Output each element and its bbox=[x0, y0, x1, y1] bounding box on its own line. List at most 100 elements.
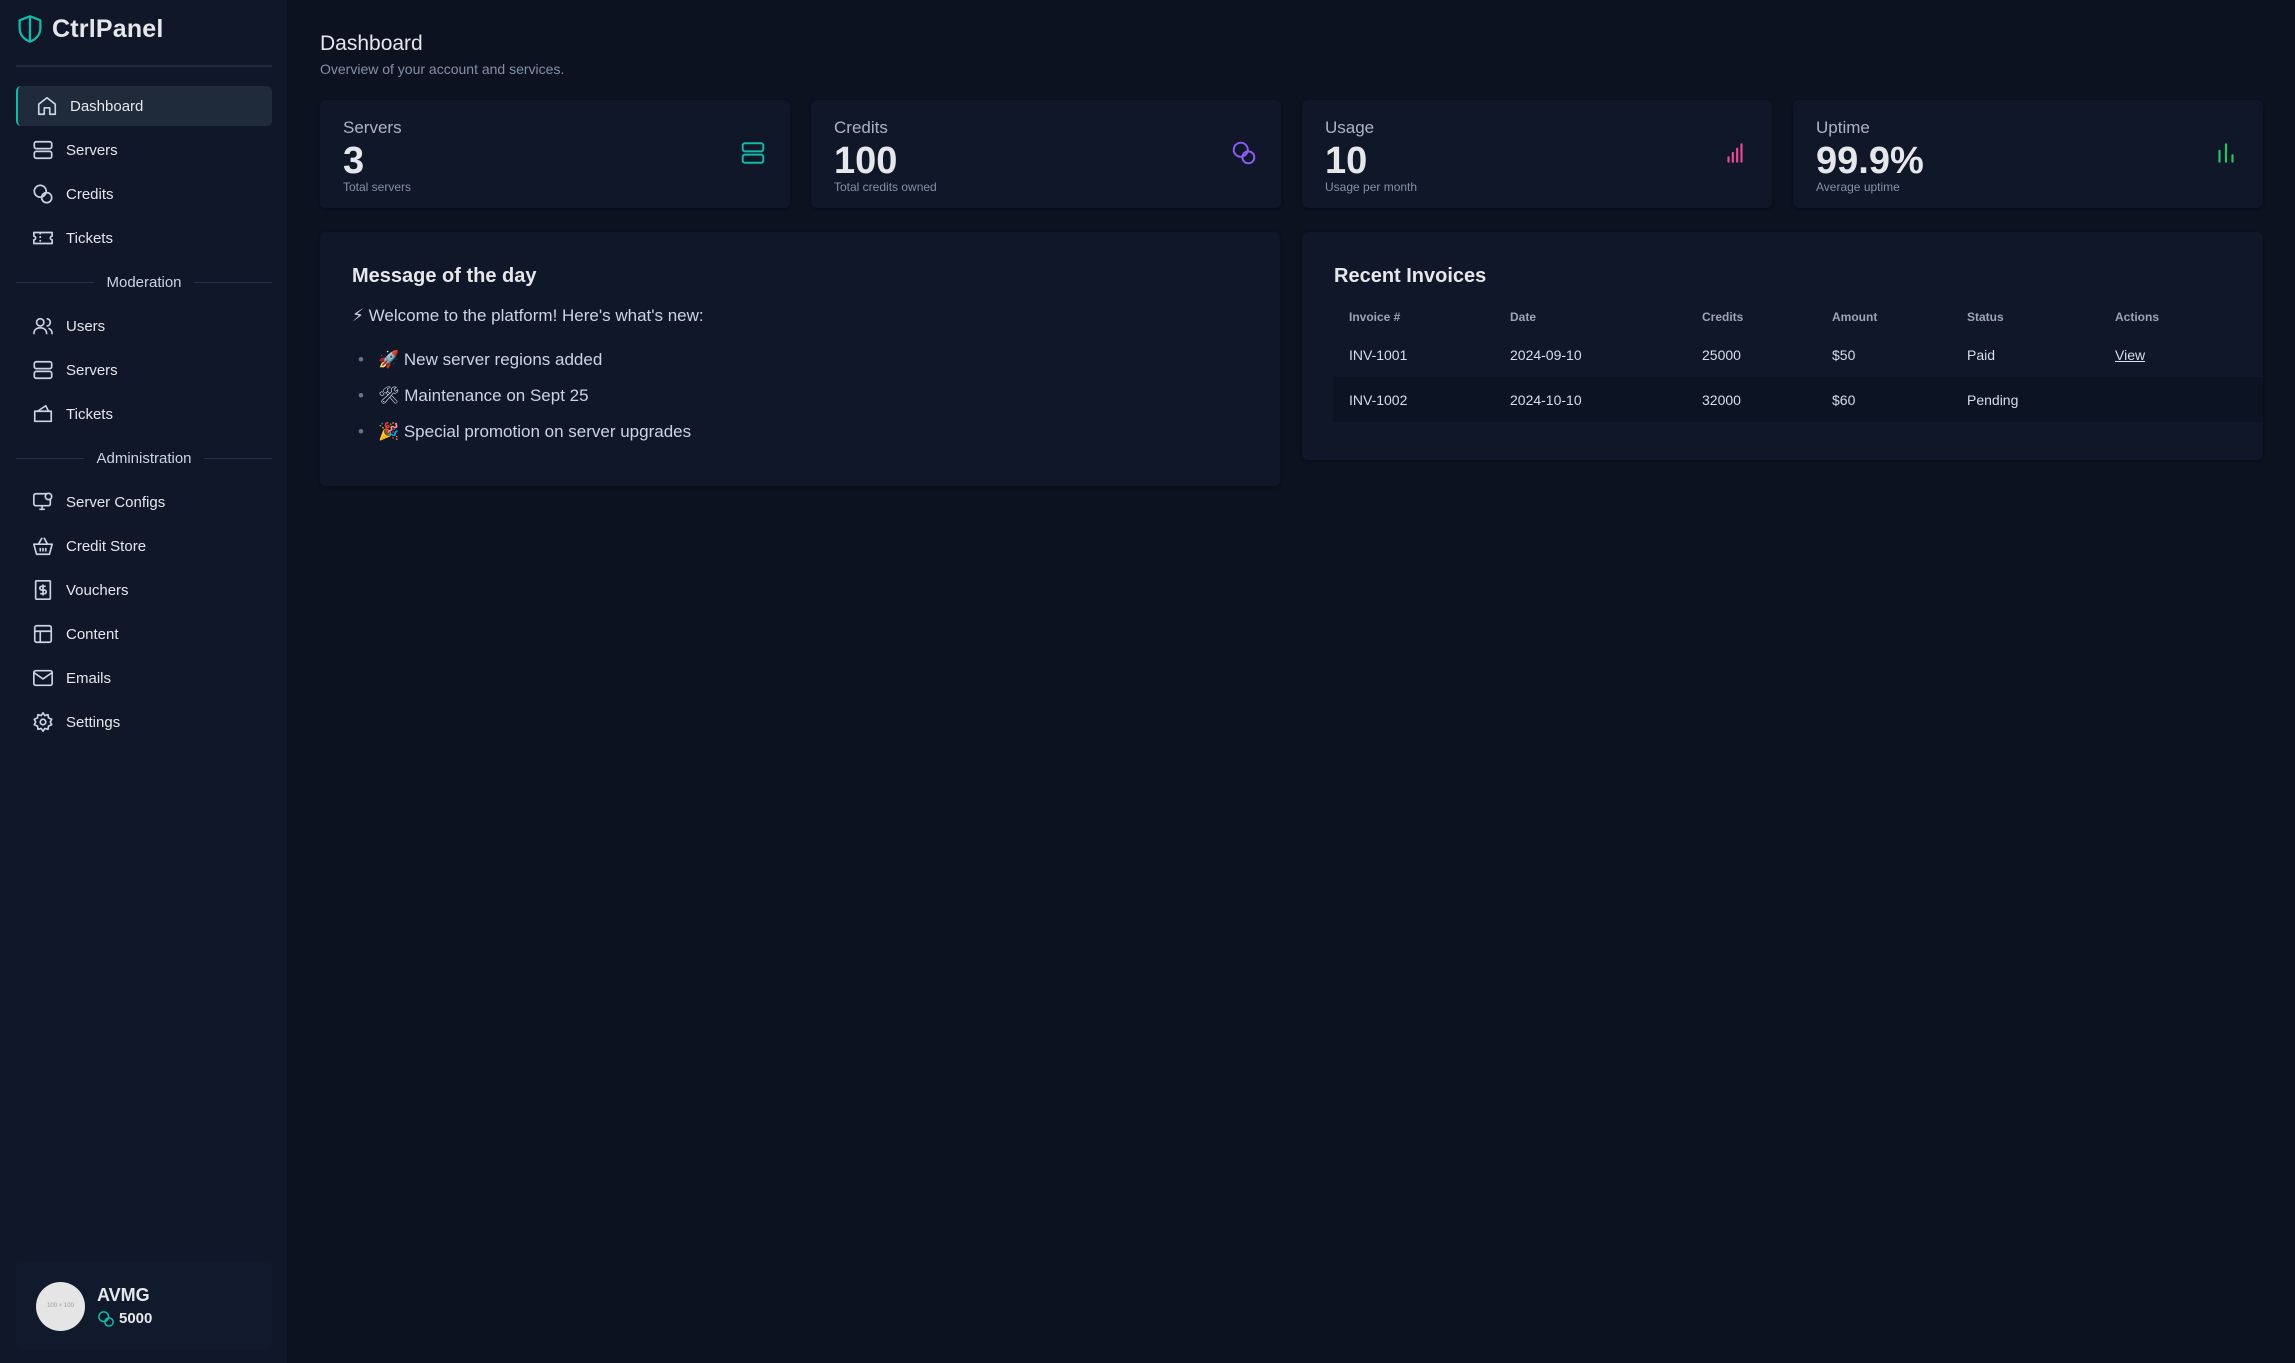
column-header: Status bbox=[1967, 310, 2004, 324]
stat-sub: Total servers bbox=[343, 180, 412, 194]
stat-card-credits: Credits 100 Total credits owned bbox=[811, 100, 1281, 208]
stat-sub: Usage per month bbox=[1325, 180, 1418, 194]
sidebar-item-server-configs[interactable]: Server Configs bbox=[16, 482, 272, 522]
motd-intro: ⚡ Welcome to the platform! Here's what's… bbox=[352, 306, 704, 325]
server-icon bbox=[741, 142, 765, 164]
page-subtitle: Overview of your account and services. bbox=[320, 61, 565, 77]
table-row: INV-1001 2024-09-10 25000 $50 Paid View bbox=[1333, 332, 2263, 377]
monitor-cog-icon bbox=[33, 492, 53, 511]
column-header: Amount bbox=[1832, 310, 1878, 324]
column-header: Date bbox=[1510, 310, 1537, 324]
basket-icon bbox=[33, 537, 53, 556]
home-icon bbox=[37, 96, 57, 116]
invoices-title: Recent Invoices bbox=[1334, 265, 1487, 287]
sidebar-item-credit-store[interactable]: Credit Store bbox=[16, 526, 272, 566]
sidebar-item-label: Dashboard bbox=[70, 97, 144, 115]
brand-name: CtrlPanel bbox=[52, 14, 164, 43]
section-administration: Administration bbox=[16, 448, 273, 468]
status-badge: Paid bbox=[1967, 346, 1996, 363]
dollar-receipt-icon bbox=[34, 580, 52, 600]
user-credits: 5000 bbox=[97, 1310, 152, 1328]
actions-cell bbox=[2099, 377, 2263, 422]
stat-value: 100 bbox=[834, 140, 898, 182]
bar-chart-icon bbox=[1727, 143, 1743, 163]
user-card[interactable]: 100 × 100 AVMG 5000 bbox=[16, 1262, 272, 1350]
sidebar-item-content[interactable]: Content bbox=[16, 614, 272, 654]
page-title: Dashboard bbox=[320, 32, 423, 55]
sidebar-item-label: Credits bbox=[66, 185, 114, 203]
list-item-text: 🎉 Special promotion on server upgrades bbox=[377, 422, 692, 441]
invoice-amount: $50 bbox=[1832, 346, 1856, 363]
list-item: • 🚀 New server regions added bbox=[358, 350, 603, 369]
invoice-amount: $60 bbox=[1816, 377, 1951, 422]
sidebar-item-label: Server Configs bbox=[66, 493, 166, 511]
stat-value: 3 bbox=[343, 140, 365, 182]
stat-value: 99.9% bbox=[1816, 140, 1924, 182]
section-moderation: Moderation bbox=[16, 272, 273, 292]
ticket-icon bbox=[33, 231, 53, 245]
motd-panel: Message of the day ⚡ Welcome to the plat… bbox=[320, 232, 1280, 486]
section-title: Moderation bbox=[106, 273, 182, 291]
server-icon bbox=[33, 360, 53, 380]
avatar-placeholder-text: 100 × 100 bbox=[47, 1303, 74, 1309]
divider bbox=[16, 65, 272, 67]
sidebar-item-label: Emails bbox=[66, 669, 112, 687]
view-invoice-link[interactable]: View bbox=[2115, 347, 2145, 363]
avatar[interactable]: 100 × 100 bbox=[36, 1281, 85, 1331]
sidebar-item-label: Users bbox=[66, 317, 106, 335]
invoice-id: INV-1002 bbox=[1333, 377, 1494, 422]
coins-icon bbox=[33, 184, 53, 204]
gear-icon bbox=[33, 712, 53, 732]
users-icon bbox=[33, 317, 53, 335]
invoice-credits: 25000 bbox=[1702, 346, 1741, 363]
list-item-text: 🛠 Maintenance on Sept 25 bbox=[377, 386, 589, 405]
sidebar-item-tickets[interactable]: Tickets bbox=[16, 218, 272, 258]
invoice-credits: 32000 bbox=[1686, 377, 1816, 422]
sidebar-item-credits[interactable]: Credits bbox=[16, 174, 272, 214]
stat-card-usage: Usage 10 Usage per month bbox=[1302, 100, 1772, 208]
bar-chart-icon bbox=[2218, 143, 2234, 163]
tickets-icon bbox=[33, 404, 53, 423]
sidebar-item-label: Content bbox=[66, 625, 119, 643]
sidebar-item-settings[interactable]: Settings bbox=[16, 702, 272, 742]
stat-card-servers: Servers 3 Total servers bbox=[320, 100, 790, 208]
table-row: INV-1002 2024-10-10 32000 $60 Pending bbox=[1333, 377, 2263, 422]
invoices-table: Invoice # Date Credits Amount Status Act… bbox=[1333, 302, 2263, 422]
server-icon bbox=[33, 140, 53, 160]
column-header: Credits bbox=[1702, 310, 1744, 324]
invoice-date: 2024-09-10 bbox=[1510, 346, 1582, 363]
coins-icon bbox=[98, 1310, 114, 1327]
sidebar-item-servers[interactable]: Servers bbox=[16, 130, 272, 170]
sidebar-item-label: Settings bbox=[66, 713, 121, 731]
sidebar-item-dashboard[interactable]: Dashboard bbox=[16, 86, 272, 126]
stat-sub: Average uptime bbox=[1816, 180, 1900, 194]
coins-icon bbox=[1232, 141, 1256, 165]
list-item: • 🛠 Maintenance on Sept 25 bbox=[358, 386, 589, 405]
sidebar-item-emails[interactable]: Emails bbox=[16, 658, 272, 698]
sidebar-item-label: Servers bbox=[66, 141, 118, 159]
stat-card-uptime: Uptime 99.9% Average uptime bbox=[1793, 100, 2263, 208]
sidebar-item-vouchers[interactable]: Vouchers bbox=[16, 570, 272, 610]
sidebar-item-label: Tickets bbox=[66, 405, 113, 423]
actions-cell: View bbox=[2099, 332, 2263, 377]
sidebar-item-label: Vouchers bbox=[66, 581, 129, 599]
stat-label: Usage bbox=[1325, 118, 1375, 137]
stat-label: Uptime bbox=[1816, 118, 1870, 137]
sidebar-item-mod-servers[interactable]: Servers bbox=[16, 350, 272, 390]
stat-label: Servers bbox=[343, 118, 402, 137]
list-item: • 🎉 Special promotion on server upgrades bbox=[358, 422, 692, 441]
list-item-text: 🚀 New server regions added bbox=[377, 350, 603, 369]
table-header-row: Invoice # Date Credits Amount Status Act… bbox=[1333, 302, 2263, 332]
user-name: AVMG bbox=[97, 1284, 150, 1305]
stat-label: Credits bbox=[834, 118, 888, 137]
motd-title: Message of the day bbox=[352, 265, 537, 287]
credits-value: 5000 bbox=[119, 1310, 153, 1327]
sidebar-item-mod-tickets[interactable]: Tickets bbox=[16, 394, 272, 434]
sidebar-item-label: Credit Store bbox=[66, 537, 147, 555]
brand[interactable]: CtrlPanel bbox=[16, 14, 164, 44]
sidebar-item-label: Servers bbox=[66, 361, 118, 379]
mail-icon bbox=[33, 669, 53, 687]
sidebar-item-users[interactable]: Users bbox=[16, 306, 272, 346]
sidebar: CtrlPanel Dashboard Servers Credits Tick… bbox=[0, 0, 287, 1363]
stat-value: 10 bbox=[1325, 140, 1368, 182]
